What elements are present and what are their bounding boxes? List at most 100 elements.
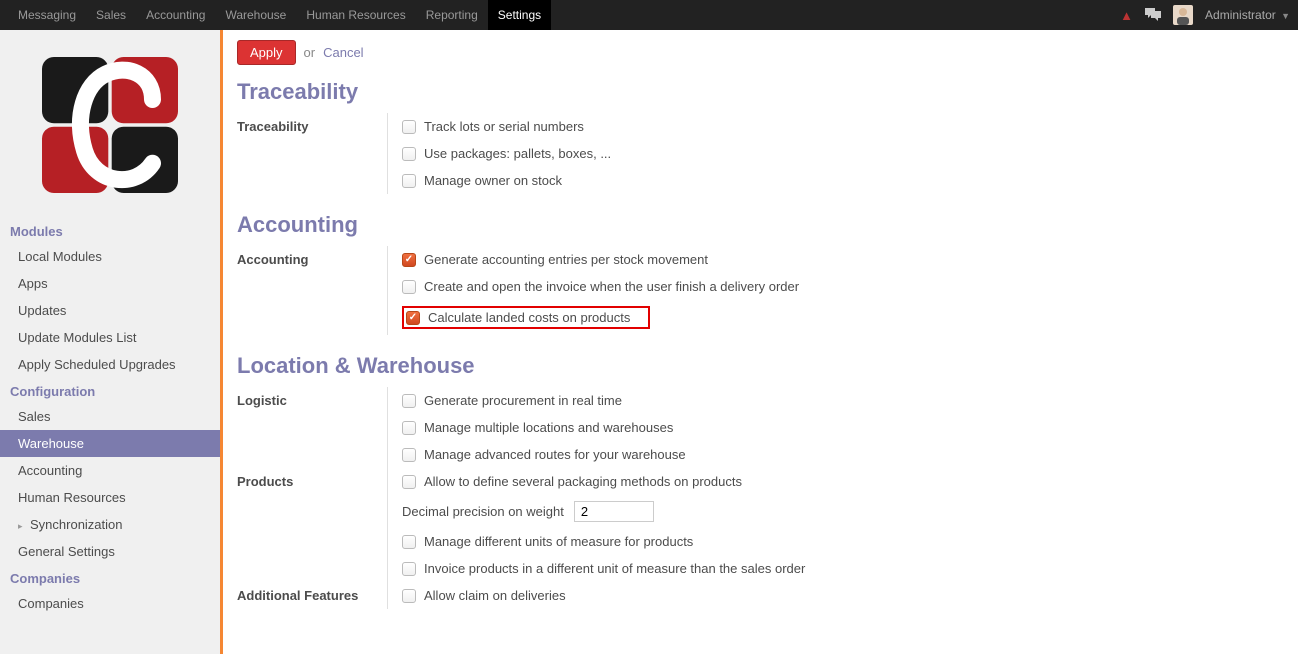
field-row: Accounting Generate accounting entries pe… bbox=[237, 246, 1284, 335]
cancel-link[interactable]: Cancel bbox=[323, 45, 363, 60]
option-text: Manage advanced routes for your warehous… bbox=[424, 447, 686, 462]
sidebar-item-warehouse[interactable]: Warehouse bbox=[0, 430, 220, 457]
avatar[interactable] bbox=[1173, 5, 1193, 25]
sidebar-item-update-modules-list[interactable]: Update Modules List bbox=[0, 324, 220, 351]
checkbox[interactable] bbox=[406, 311, 420, 325]
sidebar-item-synchronization[interactable]: ▸ Synchronization bbox=[0, 511, 220, 538]
field-row: LogisticGenerate procurement in real tim… bbox=[237, 387, 1284, 468]
sidebar-item-label: Human Resources bbox=[18, 490, 126, 505]
chat-icon[interactable] bbox=[1145, 7, 1161, 24]
field-row: Additional FeaturesAllow claim on delive… bbox=[237, 582, 1284, 609]
section-heading-traceability: Traceability bbox=[237, 79, 1284, 105]
option-row: Track lots or serial numbers bbox=[402, 113, 1284, 140]
chevron-right-icon: ▸ bbox=[18, 521, 26, 532]
alert-icon[interactable]: ▲ bbox=[1120, 8, 1133, 23]
sidebar-item-human-resources[interactable]: Human Resources bbox=[0, 484, 220, 511]
field-options: Track lots or serial numbers Use packages… bbox=[387, 113, 1284, 194]
checkbox[interactable] bbox=[402, 589, 416, 603]
checkbox[interactable] bbox=[402, 421, 416, 435]
topnav-item-warehouse[interactable]: Warehouse bbox=[215, 0, 296, 30]
field-label: Additional Features bbox=[237, 582, 387, 603]
option-text: Manage different units of measure for pr… bbox=[424, 534, 693, 549]
field-options: Allow claim on deliveries bbox=[387, 582, 1284, 609]
checkbox[interactable] bbox=[402, 448, 416, 462]
user-menu[interactable]: Administrator ▼ bbox=[1205, 8, 1290, 22]
topnav-item-messaging[interactable]: Messaging bbox=[8, 0, 86, 30]
sidebar-section-configuration: Configuration bbox=[0, 378, 220, 403]
option-text: Manage owner on stock bbox=[424, 173, 562, 188]
checkbox[interactable] bbox=[402, 120, 416, 134]
main-content: Apply or Cancel TraceabilityTraceability… bbox=[220, 30, 1298, 654]
topnav-item-reporting[interactable]: Reporting bbox=[416, 0, 488, 30]
topnav-item-sales[interactable]: Sales bbox=[86, 0, 136, 30]
sidebar-item-general-settings[interactable]: General Settings bbox=[0, 538, 220, 565]
sidebar-item-label: Local Modules bbox=[18, 249, 102, 264]
sidebar-item-accounting[interactable]: Accounting bbox=[0, 457, 220, 484]
chevron-down-icon: ▼ bbox=[1281, 11, 1290, 21]
apply-button[interactable]: Apply bbox=[237, 40, 296, 65]
field-row: TraceabilityTrack lots or serial numbers… bbox=[237, 113, 1284, 194]
sidebar-item-label: Accounting bbox=[18, 463, 82, 478]
sidebar-item-sales[interactable]: Sales bbox=[0, 403, 220, 430]
sidebar-item-apply-scheduled-upgrades[interactable]: Apply Scheduled Upgrades bbox=[0, 351, 220, 378]
sidebar-item-label: Synchronization bbox=[30, 517, 123, 532]
checkbox[interactable] bbox=[402, 562, 416, 576]
option-row: Manage owner on stock bbox=[402, 167, 1284, 194]
sidebar-item-local-modules[interactable]: Local Modules bbox=[0, 243, 220, 270]
checkbox[interactable] bbox=[402, 174, 416, 188]
option-row: Create and open the invoice when the use… bbox=[402, 273, 1284, 300]
sidebar-item-label: Apps bbox=[18, 276, 48, 291]
option-row: Use packages: pallets, boxes, ... bbox=[402, 140, 1284, 167]
logo bbox=[0, 36, 220, 218]
option-row: Allow to define several packaging method… bbox=[402, 468, 1284, 495]
topnav-item-settings[interactable]: Settings bbox=[488, 0, 551, 30]
option-row: Generate procurement in real time bbox=[402, 387, 1284, 414]
active-strip bbox=[220, 30, 223, 654]
field-label: Accounting bbox=[237, 246, 387, 267]
option-label: Decimal precision on weight bbox=[402, 504, 564, 519]
sidebar-item-apps[interactable]: Apps bbox=[0, 270, 220, 297]
option-text: Allow to define several packaging method… bbox=[424, 474, 742, 489]
option-text: Invoice products in a different unit of … bbox=[424, 561, 805, 576]
checkbox[interactable] bbox=[402, 394, 416, 408]
field-options: Allow to define several packaging method… bbox=[387, 468, 1284, 582]
field-label: Logistic bbox=[237, 387, 387, 408]
topbar-right: ▲ Administrator ▼ bbox=[1120, 5, 1290, 25]
decimal-precision-input[interactable] bbox=[574, 501, 654, 522]
checkbox[interactable] bbox=[402, 253, 416, 267]
sidebar-item-label: Companies bbox=[18, 596, 84, 611]
topnav-item-accounting[interactable]: Accounting bbox=[136, 0, 215, 30]
sidebar-item-label: Warehouse bbox=[18, 436, 84, 451]
option-row: Manage multiple locations and warehouses bbox=[402, 414, 1284, 441]
action-bar: Apply or Cancel bbox=[223, 30, 1298, 75]
field-label: Products bbox=[237, 468, 387, 489]
option-text: Manage multiple locations and warehouses bbox=[424, 420, 673, 435]
checkbox[interactable] bbox=[402, 475, 416, 489]
option-row: Manage advanced routes for your warehous… bbox=[402, 441, 1284, 468]
sidebar-section-companies: Companies bbox=[0, 565, 220, 590]
topnav: MessagingSalesAccountingWarehouseHuman R… bbox=[8, 0, 551, 30]
option-row: Manage different units of measure for pr… bbox=[402, 528, 1284, 555]
sidebar-item-label: General Settings bbox=[18, 544, 115, 559]
option-input-row: Decimal precision on weight bbox=[402, 495, 1284, 528]
option-text: Use packages: pallets, boxes, ... bbox=[424, 146, 611, 161]
option-text: Generate accounting entries per stock mo… bbox=[424, 252, 708, 267]
sidebar-item-label: Apply Scheduled Upgrades bbox=[18, 357, 176, 372]
option-text: Calculate landed costs on products bbox=[428, 310, 630, 325]
sidebar-item-label: Sales bbox=[18, 409, 51, 424]
option-row: Generate accounting entries per stock mo… bbox=[402, 246, 1284, 273]
option-text: Track lots or serial numbers bbox=[424, 119, 584, 134]
checkbox[interactable] bbox=[402, 280, 416, 294]
sidebar-section-modules: Modules bbox=[0, 218, 220, 243]
topbar: MessagingSalesAccountingWarehouseHuman R… bbox=[0, 0, 1298, 30]
form-area: Traceability TraceabilityTrack lots or se… bbox=[223, 79, 1298, 639]
sidebar-item-updates[interactable]: Updates bbox=[0, 297, 220, 324]
option-text: Generate procurement in real time bbox=[424, 393, 622, 408]
sidebar-item-companies[interactable]: Companies bbox=[0, 590, 220, 617]
checkbox[interactable] bbox=[402, 535, 416, 549]
checkbox[interactable] bbox=[402, 147, 416, 161]
section-heading-location-warehouse: Location & Warehouse bbox=[237, 353, 1284, 379]
topnav-item-human-resources[interactable]: Human Resources bbox=[296, 0, 415, 30]
field-options: Generate procurement in real time Manage … bbox=[387, 387, 1284, 468]
field-options: Generate accounting entries per stock mo… bbox=[387, 246, 1284, 335]
